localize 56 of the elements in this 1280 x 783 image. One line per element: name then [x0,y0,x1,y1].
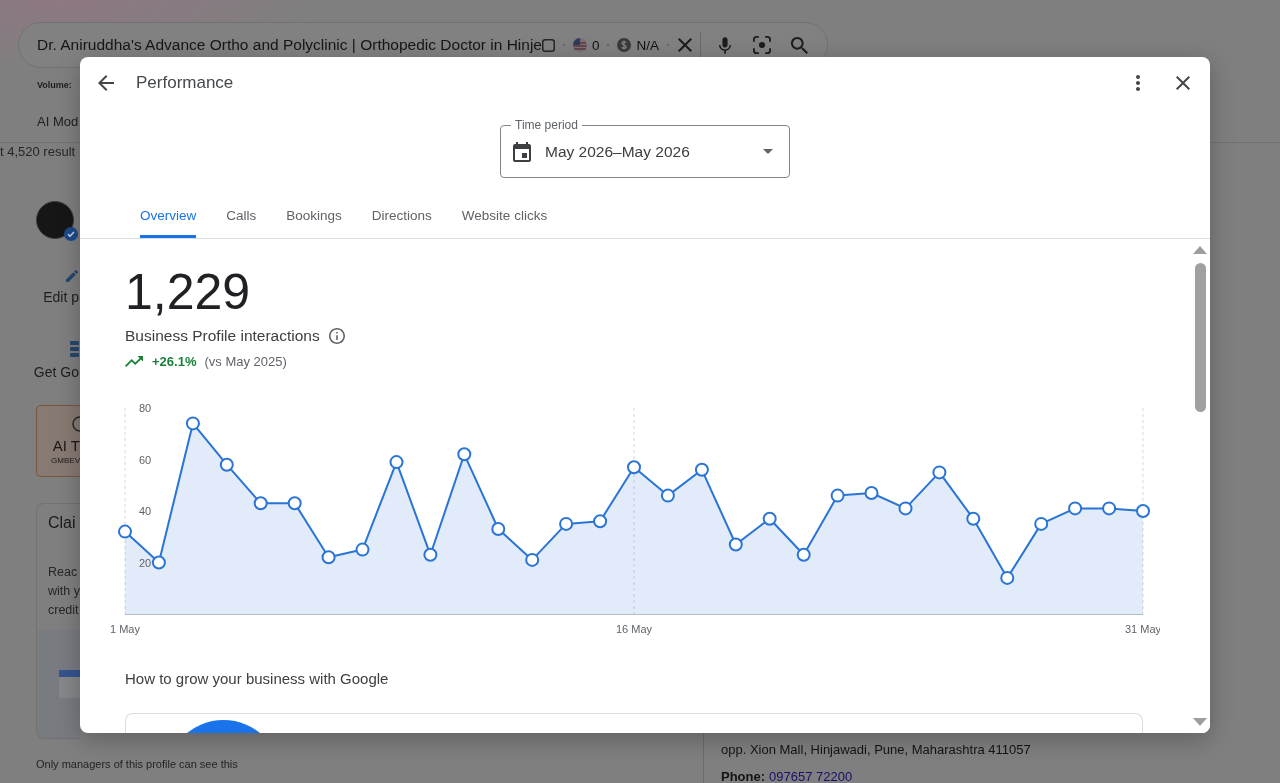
axis-label: 60 [139,453,152,466]
viewfinder-icon[interactable] [753,36,771,54]
close-icon [1176,76,1190,90]
action-button[interactable]: Get Go [33,341,79,381]
back-arrow-icon [98,75,114,91]
ring-icon [72,416,80,432]
card-text: credit [48,602,79,619]
card-title: AI T [52,437,80,454]
phone-label: Phone: [721,769,766,783]
dropdown-caret-icon [763,149,773,154]
stat-value: N/A [636,37,659,53]
card-title: Clai [48,513,76,533]
scroll-down-icon[interactable] [1193,718,1207,726]
metric-value: 1,229 [125,264,251,320]
more-vert-icon [1136,75,1140,91]
comparison-text: (vs May 2025) [204,353,287,369]
tab[interactable]: Overview [140,195,197,238]
info-icon[interactable] [328,328,345,344]
volume-label: Volume: [37,80,72,90]
axis-label: 16 May [615,623,653,635]
stat-value: 0 [591,37,600,53]
ai-mode-tab[interactable]: AI Mod [37,114,79,130]
checkbox-icon[interactable] [541,38,555,52]
axis-label: 1 May [110,623,140,635]
tab[interactable]: Website clicks [461,195,548,238]
flag-icon [572,38,587,52]
change-text: +26.1% [152,353,197,369]
verified-badge-icon [64,227,78,241]
action-button[interactable]: Edit p [43,270,79,306]
axis-label: 20 [139,556,152,569]
field-label: Time period [511,118,582,132]
managers-note: Only managers of this profile can see this [36,758,238,771]
card-text: Reac [48,564,78,581]
tab[interactable]: Directions [371,195,432,238]
dialog-title: Performance [136,72,234,94]
search-icon[interactable] [791,36,808,54]
tab[interactable]: Calls [226,195,257,238]
microphone-icon[interactable] [719,36,731,54]
card-text: with y [48,583,80,600]
axis-label: 40 [139,505,152,517]
list-icon [70,341,79,357]
scroll-up-icon[interactable] [1193,246,1207,254]
pencil-icon [66,270,78,282]
avatar [36,201,74,239]
phone-link[interactable]: 097657 72200 [769,769,853,783]
axis-label: 80 [139,402,152,414]
calendar-icon [513,141,531,162]
section-title: How to grow your business with Google [125,669,389,689]
scrollbar-thumb[interactable] [1194,263,1206,412]
metric-label: Business Profile interactions [125,326,320,346]
close-icon[interactable] [678,38,692,52]
tab[interactable]: Bookings [286,195,342,238]
coin-icon [617,38,632,52]
address-text: opp. Xion Mall, Hinjawadi, Pune, Maharashtra 411057 [721,742,1031,758]
results-count: t 4,520 result [0,144,76,160]
card-subtitle: GMBEV [51,456,80,465]
